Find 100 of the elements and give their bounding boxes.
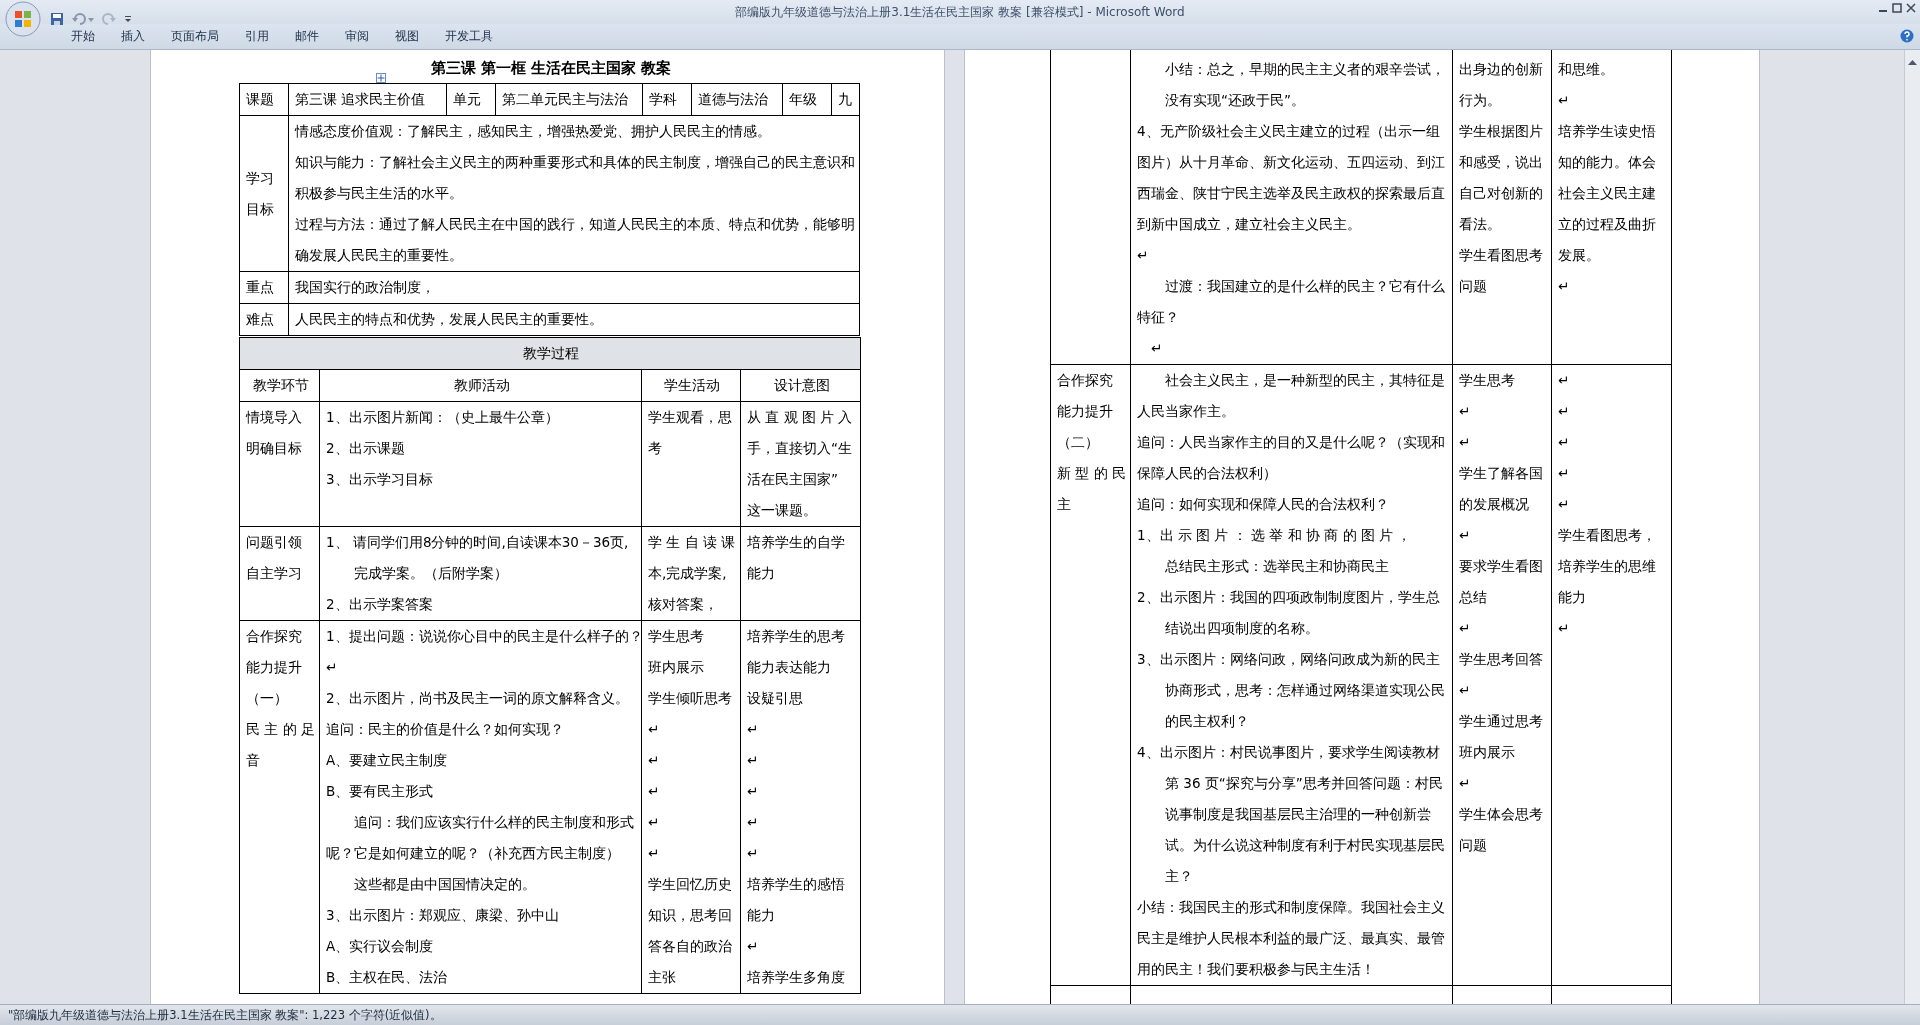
text-line: 积极参与民主生活的水平。 (295, 184, 464, 203)
text-line: 2、出示图片，尚书及民主一词的原文解释含义。 (326, 689, 630, 708)
text-line: ↵ (1558, 495, 1571, 514)
ribbon-tab[interactable]: 邮件 (282, 23, 332, 49)
text-line: ↵ (1459, 433, 1472, 452)
text-line: 立的过程及曲折 (1558, 215, 1657, 234)
text-line: A、要建立民主制度 (326, 751, 449, 770)
text-line: ↵ (1459, 526, 1472, 545)
ribbon-tab[interactable]: 视图 (382, 23, 432, 49)
text-line: 的发展概况 (1459, 495, 1530, 514)
maximize-icon[interactable] (1892, 3, 1902, 13)
text-line: 九 (838, 90, 853, 109)
text-line: 1、 请同学们用8分钟的时间,自读课本30－36页, (326, 533, 630, 552)
text-line: 追问：人民当家作主的目的又是什么呢？（实现和 (1137, 433, 1446, 452)
document-title: 第三课 第一框 生活在民主国家 教案 (430, 59, 672, 77)
vertical-scrollbar[interactable] (1904, 50, 1920, 1004)
text-line: 行为。 (1459, 91, 1502, 110)
text-line: 说事制度是我国基层民主治理的一种创新尝 (1164, 805, 1432, 824)
text-line: ↵ (1558, 402, 1571, 421)
text-line: 知识与能力：了解社会主义民主的两种重要形式和具体的民主制度，增强自己的民主意识和 (295, 153, 855, 172)
text-line: ↵ (326, 658, 339, 677)
text-line: ↵ (747, 813, 760, 832)
text-line: 学生思考 (648, 627, 705, 646)
text-line: 问题 (1459, 836, 1488, 855)
text-line: 3、出示图片：郑观应、康梁、孙中山 (326, 906, 560, 925)
text-line: 能力 (747, 564, 776, 583)
text-line: ↵ (747, 751, 760, 770)
window-title: 部编版九年级道德与法治上册3.1生活在民主国家 教案 [兼容模式] - Microsoft Word (735, 4, 1185, 21)
text-line: 问题引领 (246, 533, 303, 552)
text-line: 从 直 观 图 片 入 (747, 408, 854, 427)
ribbon-tab[interactable]: 引用 (232, 23, 282, 49)
text-line: 4、出示图片：村民说事图片，要求学生阅读教材 (1137, 743, 1441, 762)
text-line: 小结：总之，早期的民主主义者的艰辛尝试， (1164, 60, 1446, 79)
text-line: 情感态度价值观：了解民主，感知民主，增强热爱党、拥护人民民主的情感。 (295, 122, 772, 141)
text-line: （一） (246, 689, 289, 708)
ribbon-tab[interactable]: 插入 (108, 23, 158, 49)
text-line: 单元 (453, 90, 482, 109)
text-line: 学生看图思考， (1558, 526, 1657, 545)
text-line: 情境导入 (246, 408, 303, 427)
text-line: 学科 (649, 90, 678, 109)
text-line: 3、出示学习目标 (326, 470, 434, 489)
text-line: 1、提出问题：说说你心目中的民主是什么样子的？ (326, 627, 637, 646)
text-line: 学生观看，思 (648, 408, 733, 427)
text-line: 民主是维护人民根本利益的最广泛、最真实、最管 (1137, 929, 1446, 948)
text-line: 第三课 追求民主价值 (295, 90, 427, 109)
ribbon-tab[interactable]: 开发工具 (432, 23, 506, 49)
text-line: 和感受，说出 (1459, 153, 1544, 172)
text-line: 过渡：我国建立的是什么样的民主？它有什么 (1164, 277, 1446, 296)
customize-caret-icon[interactable] (124, 15, 132, 23)
text-line: 学生看图思考 (1459, 246, 1544, 265)
text-line: 呢？它是如何建立的呢？（补充西方民主制度） (326, 844, 621, 863)
text-line: 培养学生读史悟 (1558, 122, 1657, 141)
text-line: 学生体会思考 (1459, 805, 1544, 824)
text-line: 设计意图 (772, 376, 831, 395)
text-line: 学习 (246, 168, 275, 188)
text-line: 主张 (648, 968, 677, 987)
text-line: 看法。 (1459, 215, 1502, 234)
text-line: 4、无产阶级社会主义民主建立的过程（出示一组 (1137, 122, 1441, 141)
ribbon-tab[interactable]: 页面布局 (158, 23, 232, 49)
text-line: 主？ (1164, 867, 1194, 886)
text-line: ↵ (747, 720, 760, 739)
text-line: 人民民主的特点和优势，发展人民民主的重要性。 (295, 310, 604, 329)
help-icon[interactable] (1900, 29, 1914, 43)
text-line: ↵ (747, 937, 760, 956)
text-line: 第 36 页“探究与分享”思考并回答问题：村民 (1164, 774, 1444, 793)
text-line: 新 型 的 民 (1057, 464, 1126, 483)
text-line: 问题 (1459, 277, 1488, 296)
ribbon-tab[interactable]: 审阅 (332, 23, 382, 49)
text-line: 年级 (789, 90, 818, 109)
text-line: ↵ (1150, 339, 1164, 358)
table-move-handle-icon[interactable] (376, 73, 386, 83)
text-line: 社会主义民主建 (1558, 184, 1657, 203)
text-line: 过程与方法：通过了解人民民主在中国的践行，知道人民民主的本质、特点和优势，能够明 (295, 215, 855, 234)
text-line: ↵ (1558, 277, 1571, 296)
text-line: 要求学生看图 (1459, 557, 1544, 576)
text-line: 追问：民主的价值是什么？如何实现？ (326, 720, 565, 739)
text-line: 课题 (246, 90, 275, 109)
text-line: ↵ (648, 844, 661, 863)
text-line: 没有实现“还政于民”。 (1164, 91, 1306, 110)
ribbon-tab[interactable]: 开始 (58, 23, 108, 49)
text-line: 社会主义民主，是一种新型的民主，其特征是 (1164, 371, 1446, 390)
text-line: 协商形式，思考：怎样通过网络渠道实现公民 (1164, 681, 1446, 700)
text-line: 主 (1057, 495, 1072, 514)
text-line: 学生思考回答 (1459, 650, 1544, 669)
text-line: 培养学生多角度 (747, 968, 846, 987)
text-line: 出身边的创新 (1459, 60, 1544, 79)
text-line: 追问：我们应该实行什么样的民主制度和形式 (353, 813, 635, 832)
text-line: 2、出示学案答案 (326, 595, 434, 614)
save-icon[interactable] (50, 12, 64, 26)
text-line: ↵ (1459, 619, 1472, 638)
text-line: ↵ (648, 782, 661, 801)
close-icon[interactable] (1906, 3, 1916, 13)
text-line: 核对答案， (648, 595, 719, 614)
text-line: ↵ (747, 844, 760, 863)
text-line: 学生回忆历史 (648, 875, 733, 894)
text-line: 目标 (246, 199, 275, 219)
text-line: 自己对创新的 (1459, 184, 1544, 203)
text-line: 小结：我国民主的形式和制度保障。我国社会主义 (1137, 898, 1446, 917)
text-line: 确发展人民民主的重要性。 (295, 246, 464, 265)
text-line: 知识，思考回 (648, 906, 733, 925)
